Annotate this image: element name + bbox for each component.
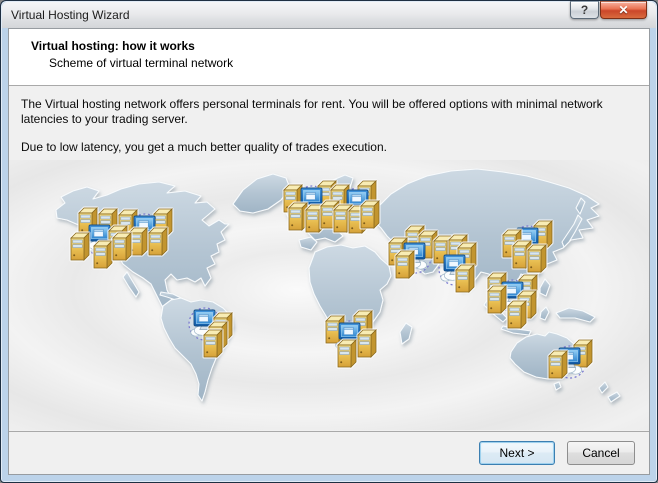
server-icon <box>204 330 222 357</box>
titlebar[interactable]: Virtual Hosting Wizard <box>2 2 656 28</box>
window-title: Virtual Hosting Wizard <box>11 8 130 22</box>
help-icon: ? <box>581 4 588 16</box>
next-button[interactable]: Next > <box>479 441 555 465</box>
close-icon: ✕ <box>618 4 628 16</box>
help-button[interactable]: ? <box>570 1 599 19</box>
close-button[interactable]: ✕ <box>600 1 647 19</box>
world-map <box>9 160 649 430</box>
dialog-client-area: Virtual hosting: how it works Scheme of … <box>8 28 650 475</box>
server-icon <box>358 330 376 357</box>
server-icon <box>71 233 89 260</box>
wizard-content: The Virtual hosting network offers perso… <box>9 86 649 432</box>
server-icon <box>508 301 526 328</box>
virtual-hosting-wizard-window: Virtual Hosting Wizard ? ✕ Virtual hosti… <box>0 0 658 483</box>
server-icon <box>94 241 112 268</box>
server-icon <box>289 203 307 230</box>
wizard-header: Virtual hosting: how it works Scheme of … <box>9 29 649 86</box>
server-icon <box>456 265 474 292</box>
description-paragraph-2: Due to low latency, you get a much bette… <box>21 140 635 155</box>
server-icon <box>488 286 506 313</box>
server-icon <box>149 228 167 255</box>
server-icon <box>549 351 567 378</box>
description-paragraph-1: The Virtual hosting network offers perso… <box>21 97 635 127</box>
server-icon <box>361 201 379 228</box>
server-icon <box>528 245 546 272</box>
server-icon <box>396 251 414 278</box>
wizard-step-title: Virtual hosting: how it works <box>31 39 637 53</box>
server-icon <box>113 233 131 260</box>
wizard-footer: Next > Cancel <box>9 432 649 474</box>
wizard-step-subtitle: Scheme of virtual terminal network <box>49 56 637 70</box>
server-icon <box>338 340 356 367</box>
caption-buttons: ? ✕ <box>570 1 647 19</box>
cancel-button[interactable]: Cancel <box>567 441 635 465</box>
